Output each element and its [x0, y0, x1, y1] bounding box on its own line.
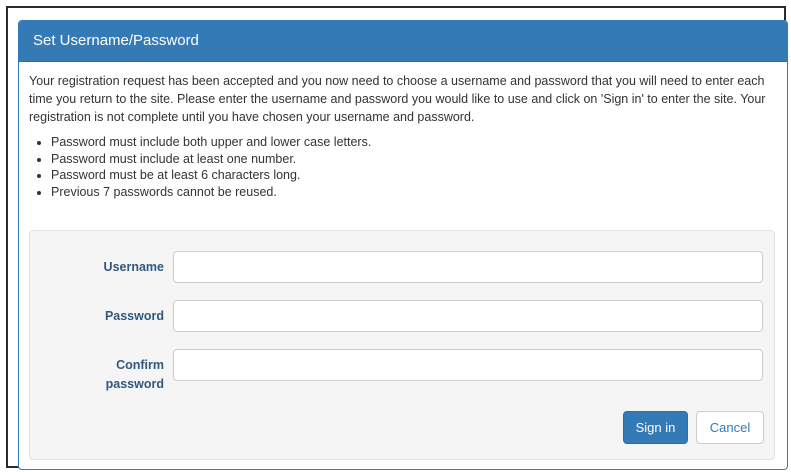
password-rule: Password must include at least one numbe…	[51, 151, 773, 168]
password-rule: Password must include both upper and low…	[51, 134, 773, 151]
password-rule: Previous 7 passwords cannot be reused.	[51, 184, 773, 201]
confirm-password-input[interactable]	[173, 349, 763, 381]
cancel-button[interactable]: Cancel	[696, 411, 764, 444]
confirm-label-line1: Confirm	[116, 358, 164, 372]
sign-in-button[interactable]: Sign in	[623, 411, 688, 444]
panel-body: Your registration request has been accep…	[19, 62, 787, 200]
username-label: Username	[103, 260, 164, 274]
credentials-form: Username Password Confirm password Sign …	[29, 230, 775, 460]
intro-text: Your registration request has been accep…	[29, 74, 766, 124]
set-credentials-panel: Set Username/Password Your registration …	[18, 20, 788, 470]
confirm-label-line2: password	[105, 377, 164, 391]
password-input[interactable]	[173, 300, 763, 332]
window-frame: Set Username/Password Your registration …	[6, 6, 788, 470]
confirm-password-label: Confirm password	[106, 356, 164, 394]
panel-title: Set Username/Password	[19, 21, 787, 62]
username-input[interactable]	[173, 251, 763, 283]
password-rules-list: Password must include both upper and low…	[29, 134, 773, 200]
password-rule: Password must be at least 6 characters l…	[51, 167, 773, 184]
password-label: Password	[104, 309, 164, 323]
